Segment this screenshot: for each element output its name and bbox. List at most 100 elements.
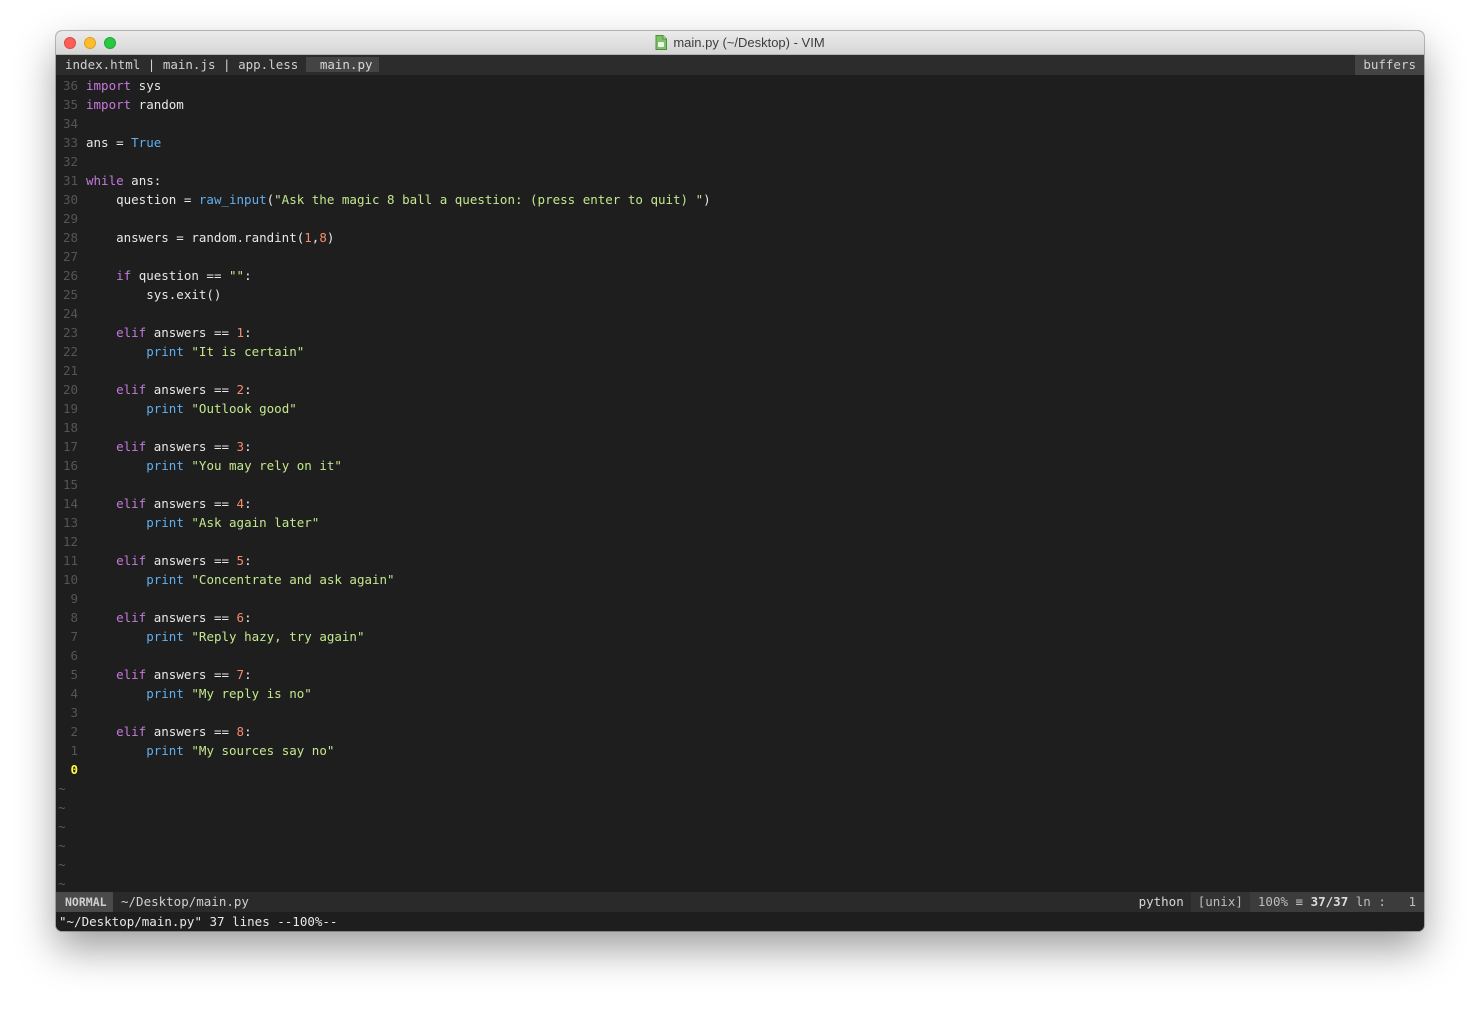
code-line[interactable]: 18 [56,418,78,437]
code-line[interactable]: 29 [56,209,78,228]
code-text: print "Concentrate and ask again" [146,572,395,587]
code-line[interactable]: 32 [56,152,78,171]
code-text: import random [86,97,184,112]
window-title: main.py (~/Desktop) - VIM [673,35,825,50]
code-line[interactable]: 14 elif answers == 4: [56,494,252,513]
line-number: 26 [62,268,78,283]
empty-line-tilde: ~ [58,838,66,853]
code-line[interactable]: 9 [56,589,78,608]
code-text: elif answers == 1: [116,325,252,340]
code-line[interactable]: 26 if question == "": [56,266,252,285]
line-number: 19 [62,401,78,416]
line-number: 29 [62,211,78,226]
code-text: elif answers == 3: [116,439,252,454]
code-line[interactable]: 10 print "Concentrate and ask again" [56,570,395,589]
code-line[interactable]: 30 question = raw_input("Ask the magic 8… [56,190,711,209]
code-line[interactable]: 1 print "My sources say no" [56,741,334,760]
code-text: ans = True [86,135,162,150]
code-line[interactable]: 22 print "It is certain" [56,342,304,361]
code-text: elif answers == 2: [116,382,252,397]
code-line[interactable]: 6 [56,646,78,665]
code-line[interactable]: 4 print "My reply is no" [56,684,311,703]
mode-indicator: NORMAL [56,892,113,912]
code-line[interactable]: 17 elif answers == 3: [56,437,252,456]
line-number: 23 [62,325,78,340]
line-number: 1 [70,743,78,758]
code-line[interactable]: 8 elif answers == 6: [56,608,251,627]
line-number: 36 [62,78,78,93]
code-text: while ans: [86,173,162,188]
code-text: if question == "": [116,268,252,283]
line-number: 12 [62,534,78,549]
code-line[interactable]: 19 print "Outlook good" [56,399,297,418]
line-number: 16 [62,458,78,473]
code-line[interactable]: 27 [56,247,78,266]
line-number: 33 [62,135,78,150]
code-text: elif answers == 8: [116,724,252,739]
code-line[interactable]: 2 elif answers == 8: [56,722,251,741]
code-line[interactable]: 25 sys.exit() [56,285,222,304]
code-line[interactable]: 12 [56,532,78,551]
menu-lines-icon: ≡ [1295,894,1304,909]
code-line[interactable]: 16 print "You may rely on it" [56,456,342,475]
code-line[interactable]: 11 elif answers == 5: [56,551,252,570]
code-text: import sys [86,78,162,93]
line-number: 14 [62,496,78,511]
code-line[interactable]: 34 [56,114,78,133]
line-number: 15 [62,477,78,492]
code-line[interactable]: 5 elif answers == 7: [56,665,251,684]
line-number: 35 [62,97,78,112]
line-number: 25 [62,287,78,302]
code-line[interactable]: 33 ans = True [56,133,161,152]
line-number: 13 [62,515,78,530]
code-line[interactable]: 15 [56,475,78,494]
line-number: 6 [70,648,78,663]
line-number: 28 [62,230,78,245]
code-text: print "Ask again later" [146,515,320,530]
line-number: 2 [70,724,78,739]
code-line[interactable]: 21 [56,361,78,380]
code-text: question = raw_input("Ask the magic 8 ba… [86,192,711,207]
buffers-label: buffers [1355,55,1424,75]
line-number: 18 [62,420,78,435]
code-line[interactable]: 35 import random [56,95,184,114]
code-line[interactable]: 20 elif answers == 2: [56,380,252,399]
empty-line-tilde: ~ [58,819,66,834]
code-line[interactable]: 28 answers = random.randint(1,8) [56,228,334,247]
vim-window: main.py (~/Desktop) - VIM index.html | m… [56,31,1424,931]
code-line[interactable]: 13 print "Ask again later" [56,513,319,532]
vim-statusline: NORMAL ~/Desktop/main.py python [unix] 100… [56,892,1424,912]
code-editor[interactable]: 36 import sys 35 import random 34 33 ans = Tru… [56,76,1424,891]
line-number: 11 [62,553,78,568]
code-text: elif answers == 6: [116,610,252,625]
code-text: print "My sources say no" [146,743,335,758]
code-text: sys.exit() [86,287,222,302]
vim-tabline: index.html | main.js | app.less main.py … [56,55,1424,75]
statusline-file-path: ~/Desktop/main.py [121,894,249,909]
code-line[interactable]: 7 print "Reply hazy, try again" [56,627,364,646]
vim-command-line[interactable]: "~/Desktop/main.py" 37 lines --100%-- [56,912,1424,931]
line-number: 24 [62,306,78,321]
code-text: print "You may rely on it" [146,458,342,473]
empty-line-tilde: ~ [58,781,66,796]
inactive-buffer-tabs[interactable]: index.html | main.js | app.less [65,57,298,72]
code-line[interactable]: 36 import sys [56,76,161,95]
code-line[interactable]: 24 [56,304,78,323]
code-text: answers = random.randint(1,8) [86,230,335,245]
filetype-label: python [1131,892,1191,912]
code-line[interactable]: 31 while ans: [56,171,161,190]
code-text: print "My reply is no" [146,686,312,701]
cursor-position: 100% ≡ 37/37 ln : 1 [1249,892,1424,912]
code-line[interactable]: 3 [56,703,78,722]
line-number: 17 [62,439,78,454]
cursor-line[interactable]: 0 [56,760,78,779]
code-line[interactable]: 23 elif answers == 1: [56,323,252,342]
scroll-percent: 100% [1257,894,1288,909]
tab-main-py[interactable]: main.py [305,57,379,72]
line-number: 8 [70,610,78,625]
line-number: 30 [62,192,78,207]
column-position: : 1 [1378,894,1416,909]
line-number: 3 [70,705,78,720]
current-line-number: 0 [70,762,78,777]
line-number: 21 [62,363,78,378]
